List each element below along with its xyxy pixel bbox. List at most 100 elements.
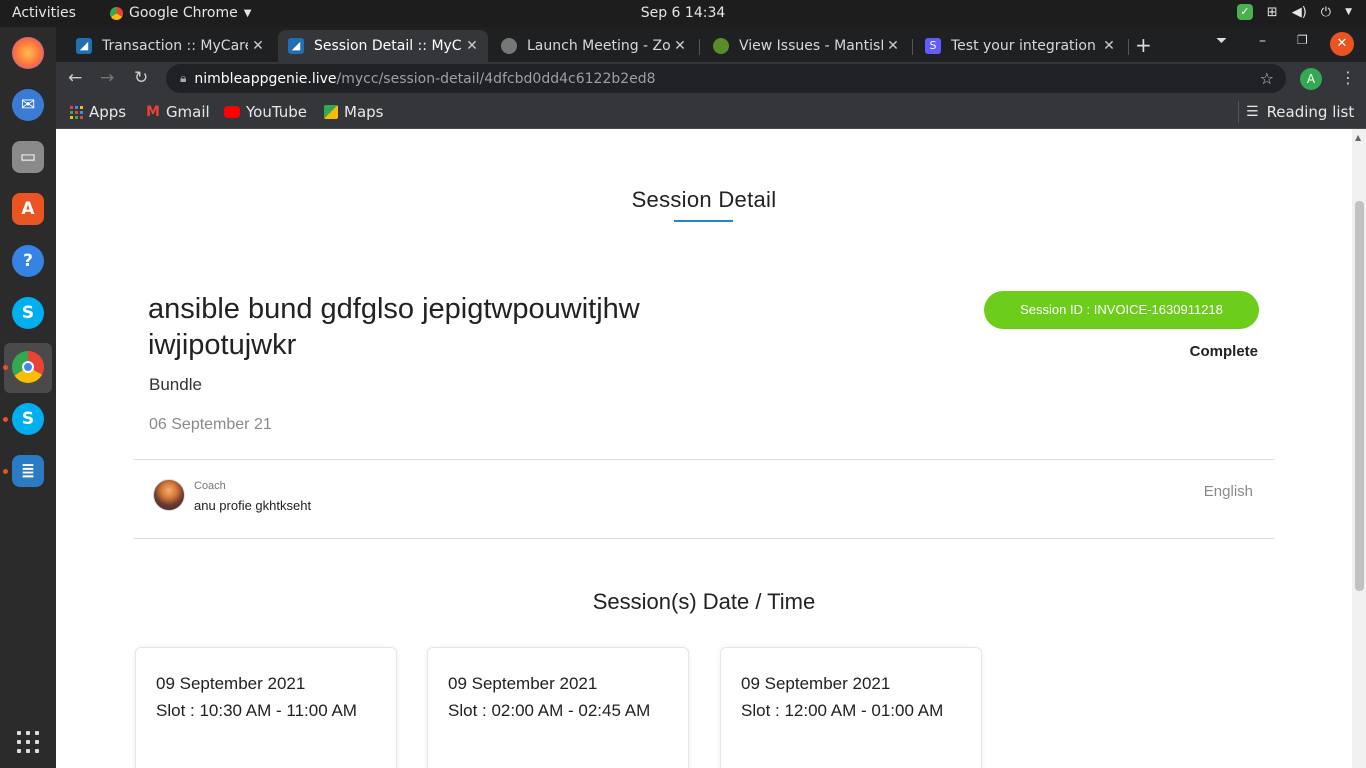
app-menu-label: Google Chrome <box>129 5 238 21</box>
slot-card: 09 September 2021 Slot : 12:00 AM - 01:0… <box>720 647 982 768</box>
mycare-favicon-icon: ◢ <box>288 38 304 54</box>
gmail-icon: M <box>146 104 160 120</box>
tab-transaction[interactable]: ◢ Transaction :: MyCare ✕ <box>66 30 274 62</box>
app-menu[interactable]: Google Chrome ▼ <box>110 5 251 21</box>
close-icon[interactable]: ✕ <box>670 38 690 54</box>
session-date: 06 September 21 <box>149 416 272 433</box>
running-indicator <box>3 365 8 370</box>
mantis-favicon-icon <box>713 38 729 54</box>
network-icon[interactable]: ⊞ <box>1267 5 1278 20</box>
power-icon[interactable]: ⏻ <box>1321 5 1331 20</box>
coach-name[interactable]: anu profie gkhtkseht <box>194 498 311 513</box>
files-icon[interactable]: ▭ <box>12 141 44 173</box>
running-indicator <box>3 417 8 422</box>
coach-avatar[interactable] <box>153 479 185 511</box>
lock-icon[interactable]: 🔒︎ <box>180 71 186 86</box>
slot-time: Slot : 10:30 AM - 11:00 AM <box>156 701 357 720</box>
bookmark-label: YouTube <box>246 103 307 121</box>
close-icon[interactable]: ✕ <box>1099 38 1119 54</box>
url-path: /mycc/session-detail/4dfcbd0dd4c6122b2ed… <box>336 70 656 87</box>
running-indicator <box>3 469 8 474</box>
tab-test-integration[interactable]: S Test your integration ✕ <box>915 30 1125 62</box>
chevron-down-icon: ▼ <box>243 7 252 19</box>
bookmark-label: Gmail <box>165 103 210 121</box>
reading-list-icon: ☰ <box>1246 104 1259 120</box>
reload-icon[interactable]: ↻ <box>134 68 148 88</box>
skype-icon[interactable]: S <box>12 297 44 329</box>
volume-icon[interactable]: ◀) <box>1292 5 1307 20</box>
libreoffice-writer-icon[interactable]: ≣ <box>12 455 44 487</box>
url-host: nimbleappgenie.live <box>194 70 337 87</box>
more-menu-icon[interactable]: ⋮ <box>1340 68 1356 87</box>
session-type: Bundle <box>149 375 202 394</box>
slot-time: Slot : 12:00 AM - 01:00 AM <box>741 701 944 720</box>
reading-list-label: Reading list <box>1266 103 1355 121</box>
tab-view-issues[interactable]: View Issues - MantisB ✕ <box>703 30 909 62</box>
language-label: English <box>1203 483 1253 500</box>
bookmark-label: Apps <box>89 103 127 121</box>
new-tab-icon[interactable]: + <box>1135 33 1152 57</box>
scrollbar-thumb[interactable] <box>1355 201 1364 591</box>
update-shield-icon[interactable]: ✓ <box>1236 4 1253 20</box>
bookmark-maps[interactable]: Maps <box>324 103 383 121</box>
restore-icon[interactable]: ❐ <box>1297 33 1308 47</box>
firefox-icon[interactable] <box>12 37 44 69</box>
bookmarks-bar: Apps M Gmail YouTube Maps ☰ Reading list <box>56 95 1366 129</box>
session-name: ansible bund gdfglso jepigtwpouwitjhw iw… <box>148 293 640 361</box>
chrome-small-icon <box>110 6 123 20</box>
thunderbird-icon[interactable]: ✉ <box>12 89 44 121</box>
tab-title: Transaction :: MyCare <box>102 38 248 54</box>
close-icon[interactable]: ✕ <box>248 38 268 54</box>
address-bar[interactable]: 🔒︎ nimbleappgenie.live /mycc/session-det… <box>166 64 1286 93</box>
coach-label: Coach <box>194 480 226 492</box>
chrome-icon[interactable] <box>12 351 44 383</box>
back-arrow-icon[interactable]: ← <box>68 68 82 88</box>
tab-launch-meeting[interactable]: Launch Meeting - Zoo ✕ <box>491 30 696 62</box>
slot-date: 09 September 2021 <box>741 674 891 693</box>
slot-date: 09 September 2021 <box>156 674 306 693</box>
tab-search-icon[interactable]: ⏷ <box>1216 33 1227 49</box>
help-icon[interactable]: ? <box>12 245 44 277</box>
bookmark-gmail[interactable]: M Gmail <box>146 103 210 121</box>
tab-session-detail[interactable]: ◢ Session Detail :: MyCa ✕ <box>278 30 488 62</box>
skype-icon[interactable]: S <box>12 403 44 435</box>
tab-title: View Issues - MantisB <box>739 38 883 54</box>
minimize-icon[interactable]: – <box>1259 33 1266 49</box>
system-tray[interactable]: ✓ ⊞ ◀) ⏻ ▼ <box>1236 4 1352 20</box>
close-icon[interactable]: ✕ <box>462 38 482 54</box>
clock[interactable]: Sep 6 14:34 <box>641 5 726 21</box>
divider <box>134 538 1274 539</box>
window-close-icon[interactable]: ✕ <box>1330 32 1354 56</box>
browser-toolbar: ← → ↻ 🔒︎ nimbleappgenie.live /mycc/sessi… <box>56 62 1366 95</box>
chevron-down-icon[interactable]: ▼ <box>1345 7 1352 17</box>
session-id-badge[interactable]: Session ID : INVOICE-1630911218 <box>984 291 1259 329</box>
software-center-icon[interactable]: A <box>12 193 44 225</box>
forward-arrow-icon[interactable]: → <box>100 68 114 88</box>
tab-title: Session Detail :: MyCa <box>314 38 462 54</box>
bookmark-star-icon[interactable]: ☆ <box>1260 69 1274 88</box>
close-icon[interactable]: ✕ <box>883 38 903 54</box>
scroll-up-icon[interactable]: ▲ <box>1355 133 1361 142</box>
slot-card: 09 September 2021 Slot : 10:30 AM - 11:0… <box>135 647 397 768</box>
tab-title: Launch Meeting - Zoo <box>527 38 670 54</box>
tab-title: Test your integration <box>951 38 1096 54</box>
reading-list-button[interactable]: ☰ Reading list <box>1238 101 1355 123</box>
activities-button[interactable]: Activities <box>12 5 76 21</box>
tab-strip: ◢ Transaction :: MyCare ✕ ◢ Session Deta… <box>56 27 1366 62</box>
slot-card: 09 September 2021 Slot : 02:00 AM - 02:4… <box>427 647 689 768</box>
bookmark-separator <box>1238 101 1239 123</box>
profile-avatar[interactable]: A <box>1300 68 1322 90</box>
dock: ✉ ▭ A ? S S ≣ <box>0 27 56 768</box>
show-applications-icon[interactable] <box>17 731 39 753</box>
slot-time: Slot : 02:00 AM - 02:45 AM <box>448 701 651 720</box>
bookmark-apps[interactable]: Apps <box>70 103 126 121</box>
slots-heading: Session(s) Date / Time <box>592 589 816 614</box>
tab-separator <box>912 39 913 55</box>
page-scrollbar[interactable]: ▲ <box>1352 129 1366 768</box>
bookmark-youtube[interactable]: YouTube <box>224 103 307 121</box>
status-label: Complete <box>1189 343 1258 360</box>
mycare-favicon-icon: ◢ <box>76 38 92 54</box>
tab-separator <box>699 39 700 55</box>
maps-icon <box>324 105 338 119</box>
page-content: Session Detail ansible bund gdfglso jepi… <box>56 129 1352 768</box>
